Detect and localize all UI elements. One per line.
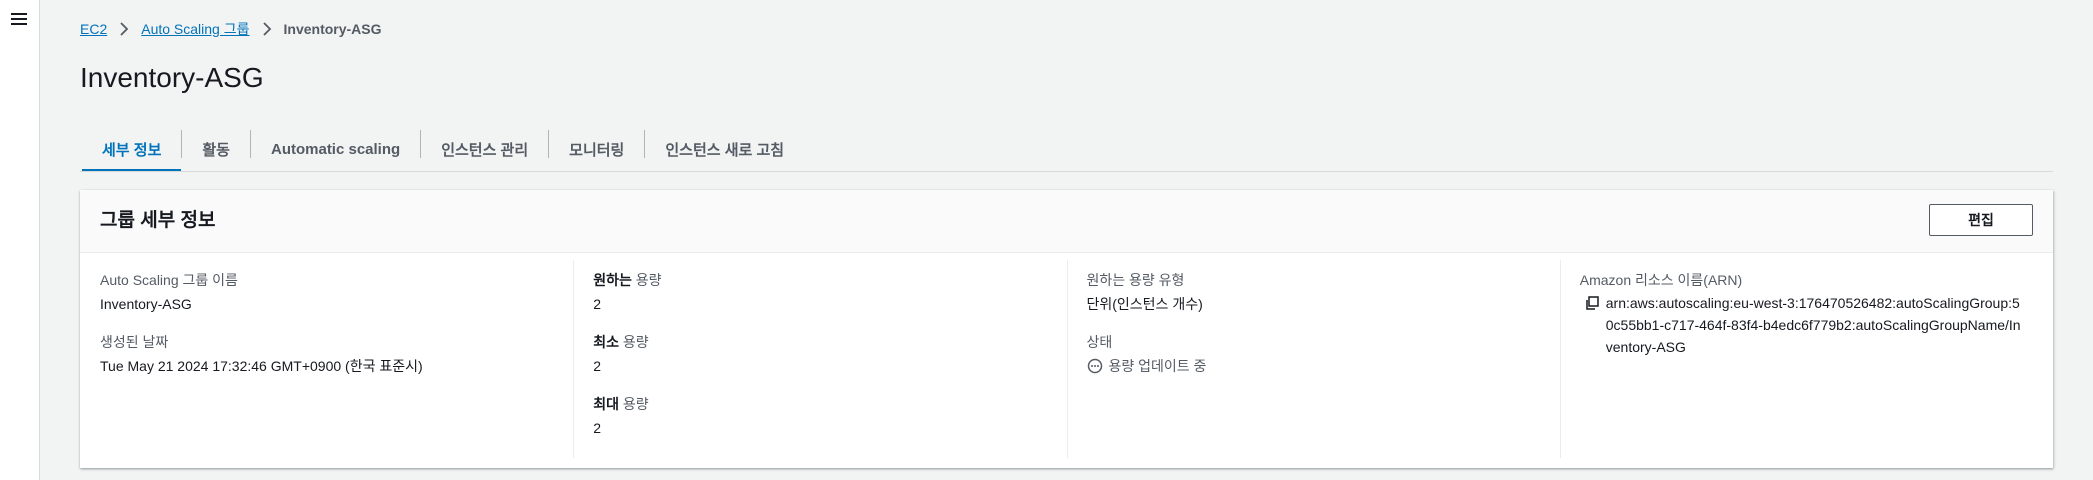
breadcrumb: EC2 Auto Scaling 그룹 Inventory-ASG [80, 19, 382, 39]
breadcrumb-ec2-link[interactable]: EC2 [80, 21, 107, 37]
min-capacity-label-rest: 용량 [619, 334, 649, 350]
group-details-panel: 그룹 세부 정보 편집 Auto Scaling 그룹 이름 Inventory… [80, 190, 2053, 468]
arn-field: Amazon 리소스 이름(ARN) arn:aws:autoscaling:e… [1580, 270, 2033, 358]
min-capacity-field: 최소 용량 2 [593, 332, 1046, 376]
page-title: Inventory-ASG [80, 62, 264, 93]
menu-icon[interactable] [11, 12, 27, 26]
tab-instance-refresh[interactable]: 인스턴스 새로 고침 [645, 126, 804, 172]
created-date-field: 생성된 날짜 Tue May 21 2024 17:32:46 GMT+0900… [100, 332, 553, 376]
arn-label: Amazon 리소스 이름(ARN) [1579, 272, 1743, 288]
capacity-type-field: 원하는 용량 유형 단위(인스턴스 개수) [1087, 270, 1540, 314]
status-text: 용량 업데이트 중 [1108, 358, 1207, 374]
max-capacity-label-bold: 최대 [593, 396, 620, 412]
min-capacity-value: 2 [593, 358, 602, 374]
desired-capacity-label-bold: 원하는 [593, 272, 632, 288]
details-column-3: 원하는 용량 유형 단위(인스턴스 개수) 상태 용량 업데이트 중 [1066, 253, 1560, 468]
desired-capacity-label: 원하는 용량 [593, 270, 1046, 290]
desired-capacity-field: 원하는 용량 2 [593, 270, 1046, 314]
arn-value: arn:aws:autoscaling:eu-west-3:1764705264… [1605, 295, 2021, 355]
details-columns: Auto Scaling 그룹 이름 Inventory-ASG 생성된 날짜 … [80, 253, 2053, 468]
asg-name-label: Auto Scaling 그룹 이름 [100, 272, 238, 288]
copy-icon[interactable] [1584, 295, 1600, 311]
max-capacity-field: 최대 용량 2 [593, 394, 1046, 438]
tab-bar: 세부 정보 활동 Automatic scaling 인스턴스 관리 모니터링 … [82, 126, 2053, 172]
capacity-type-label: 원하는 용량 유형 [1086, 272, 1185, 288]
asg-name-value: Inventory-ASG [100, 296, 192, 312]
status-indicator: 용량 업데이트 중 [1087, 356, 1540, 376]
status-field: 상태 용량 업데이트 중 [1087, 332, 1540, 376]
panel-title: 그룹 세부 정보 [100, 210, 216, 231]
breadcrumb-auto-scaling-groups-link[interactable]: Auto Scaling 그룹 [141, 19, 249, 39]
max-capacity-value: 2 [593, 420, 602, 436]
min-capacity-label: 최소 용량 [593, 332, 1046, 352]
tab-automatic-scaling[interactable]: Automatic scaling [251, 126, 420, 172]
arn-value-row: arn:aws:autoscaling:eu-west-3:1764705264… [1580, 292, 2033, 358]
created-date-label: 생성된 날짜 [100, 334, 169, 350]
details-column-1: Auto Scaling 그룹 이름 Inventory-ASG 생성된 날짜 … [80, 253, 573, 468]
asg-name-field: Auto Scaling 그룹 이름 Inventory-ASG [100, 270, 553, 314]
status-label: 상태 [1086, 334, 1113, 350]
desired-capacity-value: 2 [593, 296, 602, 312]
desired-capacity-label-rest: 용량 [631, 272, 662, 288]
min-capacity-label-bold: 최소 [593, 334, 620, 350]
tab-instance-management[interactable]: 인스턴스 관리 [421, 126, 548, 172]
max-capacity-label-rest: 용량 [619, 396, 649, 412]
panel-header: 그룹 세부 정보 편집 [80, 190, 2053, 253]
tab-activity[interactable]: 활동 [182, 126, 250, 172]
created-date-value: Tue May 21 2024 17:32:46 GMT+0900 (한국 표준… [100, 358, 423, 374]
side-navigation-rail [0, 0, 40, 480]
tab-details[interactable]: 세부 정보 [82, 126, 182, 172]
breadcrumb-current: Inventory-ASG [283, 21, 382, 37]
details-column-2: 원하는 용량 2 최소 용량 2 최대 용량 2 [573, 253, 1066, 468]
pending-icon [1087, 358, 1102, 374]
capacity-type-value: 단위(인스턴스 개수) [1086, 296, 1203, 312]
edit-button[interactable]: 편집 [1929, 204, 2033, 236]
tab-bar-divider [80, 171, 2053, 172]
chevron-right-icon [119, 22, 129, 36]
details-column-4: Amazon 리소스 이름(ARN) arn:aws:autoscaling:e… [1559, 253, 2053, 468]
tab-monitoring[interactable]: 모니터링 [549, 126, 644, 172]
max-capacity-label: 최대 용량 [593, 394, 1046, 414]
chevron-right-icon [262, 22, 272, 36]
